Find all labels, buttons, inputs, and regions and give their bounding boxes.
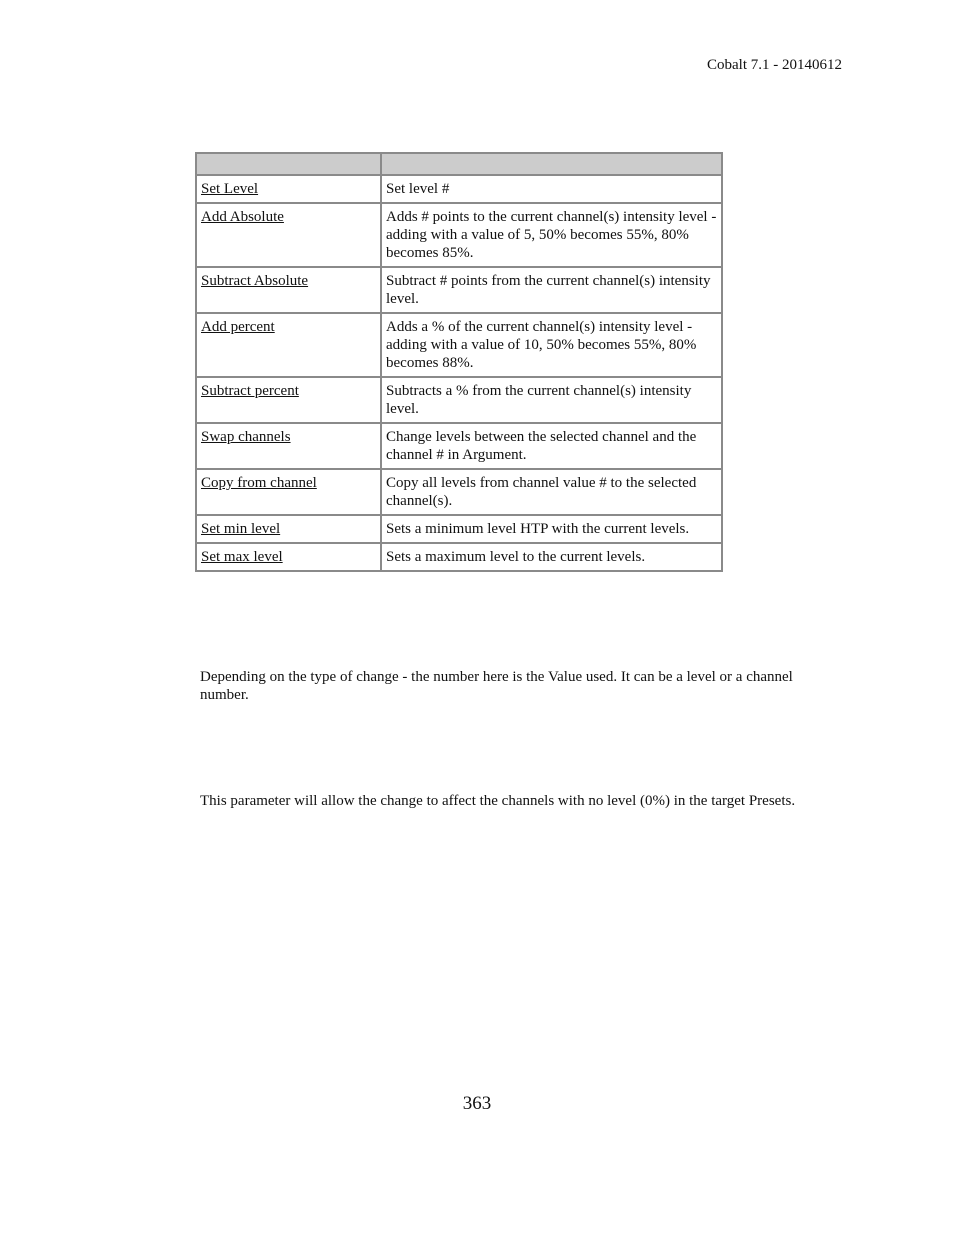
table-cell-description: Change levels between the selected chann… [380, 422, 723, 470]
table-row: Swap channels Change levels between the … [195, 422, 723, 470]
table-row: Subtract percent Subtracts a % from the … [195, 376, 723, 424]
page-number: 363 [462, 1093, 492, 1114]
add-absolute-link[interactable]: Add Absolute [201, 209, 284, 225]
zero-level-description-paragraph: This parameter will allow the change to … [200, 793, 796, 809]
table-cell-description: Copy all levels from channel value # to … [380, 468, 723, 516]
set-level-link[interactable]: Set Level [201, 181, 258, 197]
change-type-table: Set Level Set level # Add Absolute Adds … [195, 152, 723, 572]
table-row: Set Level Set level # [195, 174, 723, 204]
copy-from-channel-link[interactable]: Copy from channel [201, 475, 317, 491]
table-row: Set max level Sets a maximum level to th… [195, 542, 723, 572]
table-cell-description: Subtracts a % from the current channel(s… [380, 376, 723, 424]
table-cell-description: Adds # points to the current channel(s) … [380, 202, 723, 268]
table-header-change [195, 152, 382, 176]
subtract-absolute-link[interactable]: Subtract Absolute [201, 273, 308, 289]
document-version-header: Cobalt 7.1 - 20140612 [707, 57, 842, 73]
table-row: Subtract Absolute Subtract # points from… [195, 266, 723, 314]
table-header-description [380, 152, 723, 176]
table-row: Add Absolute Adds # points to the curren… [195, 202, 723, 268]
swap-channels-link[interactable]: Swap channels [201, 429, 291, 445]
table-cell-description: Adds a % of the current channel(s) inten… [380, 312, 723, 378]
set-min-level-link[interactable]: Set min level [201, 521, 280, 537]
table-cell-description: Sets a maximum level to the current leve… [380, 542, 723, 572]
subtract-percent-link[interactable]: Subtract percent [201, 383, 299, 399]
table-cell-description: Subtract # points from the current chann… [380, 266, 723, 314]
add-percent-link[interactable]: Add percent [201, 319, 275, 335]
table-header-row [195, 152, 723, 176]
set-max-level-link[interactable]: Set max level [201, 549, 283, 565]
table-cell-description: Set level # [380, 174, 723, 204]
table-row: Set min level Sets a minimum level HTP w… [195, 514, 723, 544]
table-row: Add percent Adds a % of the current chan… [195, 312, 723, 378]
table-row: Copy from channel Copy all levels from c… [195, 468, 723, 516]
table-cell-description: Sets a minimum level HTP with the curren… [380, 514, 723, 544]
value-description-paragraph: Depending on the type of change - the nu… [200, 669, 793, 703]
